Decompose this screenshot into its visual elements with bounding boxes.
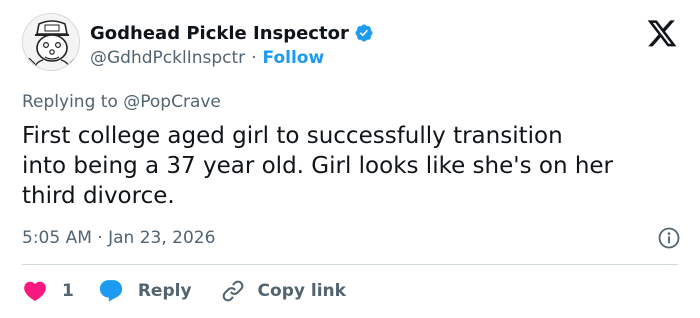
speech-bubble-icon: [98, 278, 124, 304]
verified-badge-icon: [354, 23, 374, 43]
author-handle-row: @GdhdPcklInspctr · Follow: [90, 48, 324, 68]
tweet-text: First college aged girl to successfully …: [22, 123, 614, 209]
link-icon: [220, 278, 246, 304]
reply-context-mention[interactable]: @PopCrave: [123, 92, 221, 112]
like-count: 1: [62, 281, 74, 301]
info-icon[interactable]: [657, 226, 681, 250]
handle-separator: ·: [251, 48, 257, 68]
tweet-time: 5:05 AM: [22, 228, 92, 248]
like-button[interactable]: 1: [22, 278, 74, 304]
copy-link-button[interactable]: Copy link: [220, 278, 346, 304]
action-bar: 1 Reply Copy link: [22, 276, 346, 306]
tweet-card: Godhead Pickle Inspector @GdhdPcklInspct…: [0, 0, 700, 318]
avatar[interactable]: [22, 13, 80, 71]
follow-button[interactable]: Follow: [263, 48, 325, 68]
x-logo-icon[interactable]: [646, 20, 678, 50]
author-name-row: Godhead Pickle Inspector: [90, 20, 374, 46]
author-handle[interactable]: @GdhdPcklInspctr: [90, 48, 245, 68]
divider: [22, 264, 678, 265]
author-display-name[interactable]: Godhead Pickle Inspector: [90, 23, 349, 44]
copy-link-label: Copy link: [257, 281, 346, 301]
reply-context: Replying to @PopCrave: [22, 92, 221, 112]
reply-context-prefix: Replying to: [22, 92, 124, 112]
tweet-timestamp[interactable]: 5:05 AM · Jan 23, 2026: [22, 228, 215, 248]
tweet-date: Jan 23, 2026: [108, 228, 216, 248]
avatar-drawing-icon: [23, 14, 79, 70]
reply-button[interactable]: Reply: [98, 278, 192, 304]
reply-label: Reply: [137, 281, 192, 301]
timestamp-separator: ·: [91, 228, 109, 248]
heart-icon: [22, 278, 48, 304]
